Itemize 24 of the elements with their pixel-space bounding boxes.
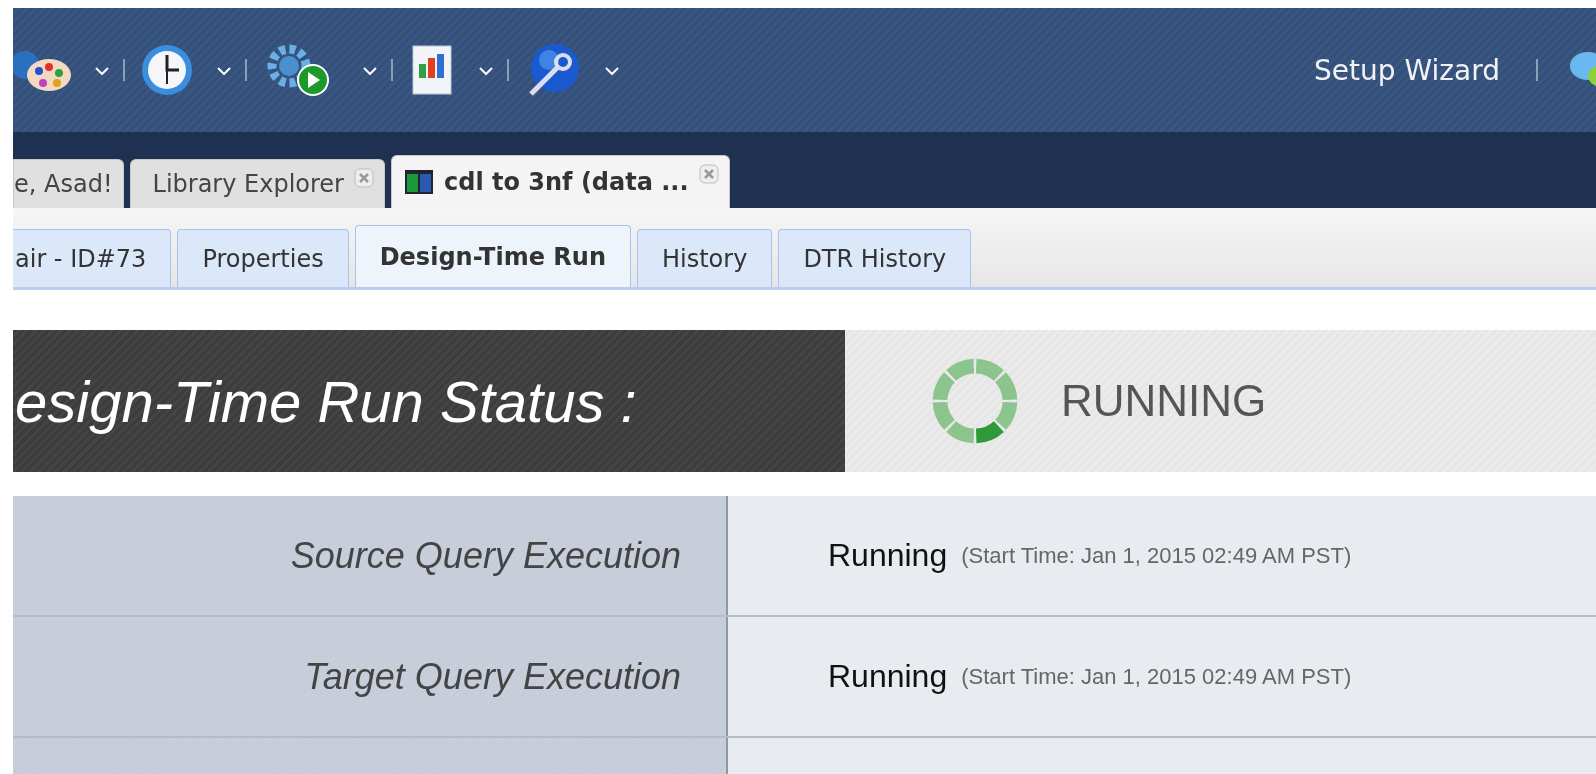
subtab[interactable]: air - ID#73: [13, 229, 172, 287]
subtab[interactable]: History: [637, 229, 773, 287]
tab-label: e, Asad!: [14, 170, 113, 198]
row-label: Target Query Execution: [304, 655, 681, 698]
document-tab[interactable]: cdl to 3nf (data ...: [391, 155, 730, 208]
start-time: (Start Time: Jan 1, 2015 02:49 AM PST): [961, 663, 1352, 690]
clock-menu-button[interactable]: [139, 42, 231, 98]
document-tab[interactable]: Library Explorer: [129, 159, 385, 208]
subtab[interactable]: Properties: [177, 229, 349, 287]
status-title: esign-Time Run Status :: [15, 367, 637, 435]
tab-label: cdl to 3nf (data ...: [444, 168, 689, 196]
row-label: Source Query Execution: [290, 534, 681, 577]
setup-wizard-link[interactable]: Setup Wizard: [1314, 53, 1506, 87]
row-status: Running: [828, 537, 948, 574]
start-time: (Start Time: Jan 1, 2015 02:49 AM PST): [961, 542, 1352, 569]
subtab[interactable]: DTR History: [778, 229, 972, 287]
status-value: RUNNING: [1061, 376, 1267, 426]
subtab[interactable]: Design-Time Run: [354, 225, 631, 287]
document-tab[interactable]: e, Asad!: [13, 159, 124, 208]
row-status: Running: [828, 658, 948, 695]
tab-label: Library Explorer: [152, 170, 344, 198]
document-icon: [404, 169, 434, 195]
close-icon[interactable]: [698, 164, 719, 184]
clock-icon: [139, 42, 195, 98]
